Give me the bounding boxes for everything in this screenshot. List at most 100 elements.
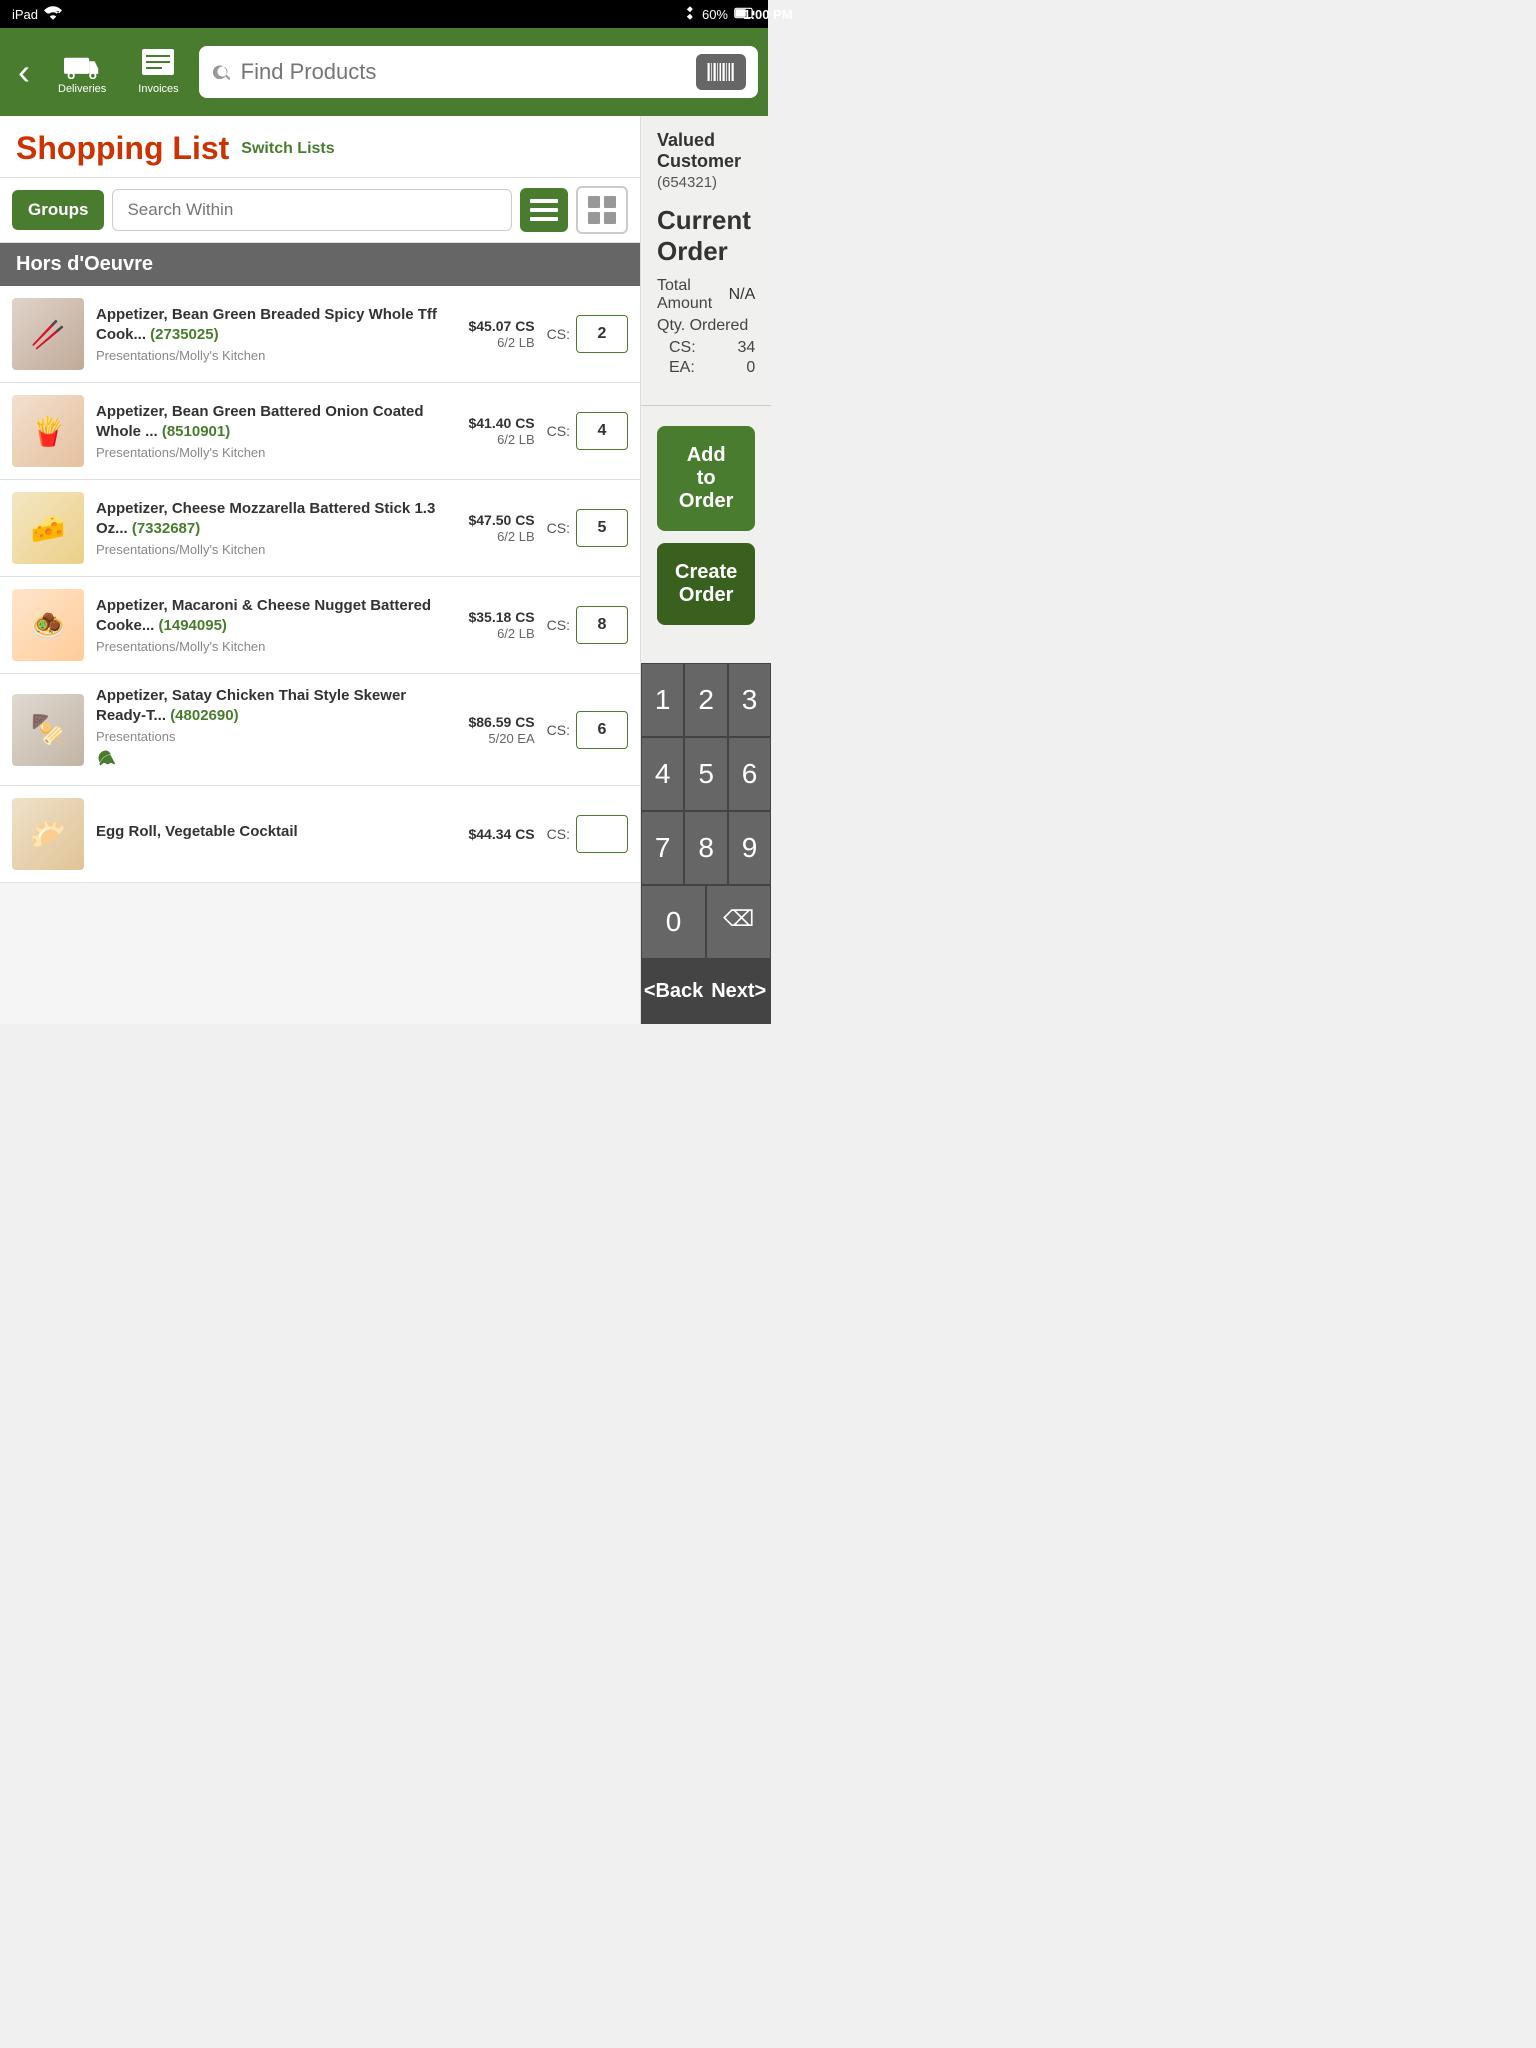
barcode-icon (706, 60, 736, 84)
grid-view-button[interactable] (576, 186, 628, 234)
add-to-order-button[interactable]: Add to Order (657, 426, 755, 531)
product-id: (8510901) (162, 423, 230, 440)
product-qty: CS: (547, 711, 628, 749)
list-view-icon (530, 196, 558, 224)
numpad-6[interactable]: 6 (728, 737, 771, 811)
numpad-1[interactable]: 1 (641, 663, 684, 737)
search-within-input[interactable] (112, 189, 512, 231)
qty-input[interactable] (576, 815, 628, 853)
current-order-title: Current Order (657, 205, 755, 267)
product-thumbnail: 🥟 (12, 798, 84, 870)
qty-ordered-label: Qty. Ordered (657, 317, 755, 335)
search-icon (211, 61, 233, 83)
product-id: (2735025) (150, 326, 218, 343)
numpad-0[interactable]: 0 (641, 885, 706, 959)
back-button[interactable]: ‹ (10, 54, 38, 90)
total-amount-row: Total Amount N/A (657, 277, 755, 313)
order-info: Valued Customer (654321) Current Order T… (641, 116, 771, 393)
divider (641, 405, 771, 406)
product-unit: 6/2 LB (497, 335, 535, 350)
right-panel: Valued Customer (654321) Current Order T… (640, 116, 771, 1024)
product-info: Appetizer, Cheese Mozzarella Battered St… (96, 499, 443, 557)
qty-input[interactable] (576, 412, 628, 450)
grid-view-icon (588, 196, 616, 224)
product-info: Egg Roll, Vegetable Cocktail (96, 822, 443, 846)
cs-value: 34 (737, 339, 755, 357)
numpad-next[interactable]: Next> (706, 959, 771, 1024)
find-products-input[interactable] (241, 59, 688, 85)
product-qty: CS: (547, 509, 628, 547)
numpad-4[interactable]: 4 (641, 737, 684, 811)
product-info: Appetizer, Bean Green Battered Onion Coa… (96, 402, 443, 460)
product-thumbnail: 🧀 (12, 492, 84, 564)
product-thumbnail: 🍢 (12, 694, 84, 766)
product-name: Appetizer, Bean Green Battered Onion Coa… (96, 402, 443, 441)
product-price: $35.18 CS6/2 LB (455, 609, 535, 641)
invoices-icon (140, 49, 176, 79)
qty-input[interactable] (576, 711, 628, 749)
product-item: 🥟Egg Roll, Vegetable Cocktail $44.34 CSC… (0, 786, 640, 883)
product-unit: 6/2 LB (497, 626, 535, 641)
numpad-row-4: 0 ⌫ (641, 885, 771, 959)
numpad-7[interactable]: 7 (641, 811, 684, 885)
qty-label: CS: (547, 722, 570, 738)
deliveries-button[interactable]: Deliveries (46, 43, 118, 101)
product-unit: 6/2 LB (497, 432, 535, 447)
list-view-button[interactable] (520, 188, 568, 232)
qty-label: CS: (547, 520, 570, 536)
product-name: Egg Roll, Vegetable Cocktail (96, 822, 443, 842)
cs-label: CS: (669, 339, 696, 357)
numpad-row-3: 7 8 9 (641, 811, 771, 885)
groups-button[interactable]: Groups (12, 190, 104, 230)
product-item: 🍢 Appetizer, Satay Chicken Thai Style Ske… (0, 674, 640, 786)
main-layout: Shopping List Switch Lists Groups (0, 116, 768, 1024)
numpad-back[interactable]: <Back (641, 959, 706, 1024)
invoices-button[interactable]: Invoices (126, 43, 190, 101)
numpad-2[interactable]: 2 (684, 663, 727, 737)
wifi-icon (44, 6, 62, 23)
product-id: (7332687) (132, 520, 200, 537)
product-brand: Presentations (96, 729, 443, 744)
product-item: 🍟Appetizer, Bean Green Battered Onion Co… (0, 383, 640, 480)
switch-lists-button[interactable]: Switch Lists (241, 140, 334, 158)
product-name: Appetizer, Cheese Mozzarella Battered St… (96, 499, 443, 538)
ea-value: 0 (746, 359, 755, 377)
bluetooth-icon (684, 5, 696, 24)
shopping-list-title: Shopping List (16, 130, 229, 167)
numpad-5[interactable]: 5 (684, 737, 727, 811)
barcode-button[interactable] (696, 54, 746, 90)
numpad-8[interactable]: 8 (684, 811, 727, 885)
numpad-9[interactable]: 9 (728, 811, 771, 885)
product-qty: CS: (547, 412, 628, 450)
product-unit: 6/2 LB (497, 529, 535, 544)
cs-row: CS: 34 (657, 339, 755, 357)
product-id: (1494095) (159, 617, 227, 634)
numpad-backspace[interactable]: ⌫ (706, 885, 771, 959)
find-products-search[interactable] (199, 46, 758, 98)
numpad-3[interactable]: 3 (728, 663, 771, 737)
product-name: Appetizer, Satay Chicken Thai Style Skew… (96, 686, 443, 725)
deliveries-label: Deliveries (58, 83, 106, 95)
qty-input[interactable] (576, 606, 628, 644)
create-order-button[interactable]: Create Order (657, 543, 755, 625)
qty-input[interactable] (576, 315, 628, 353)
search-within-bar: Groups (0, 178, 640, 243)
qty-label: CS: (547, 326, 570, 342)
list-header: Shopping List Switch Lists (0, 116, 640, 178)
qty-input[interactable] (576, 509, 628, 547)
product-info: Appetizer, Bean Green Breaded Spicy Whol… (96, 305, 443, 363)
product-item: 🧆Appetizer, Macaroni & Cheese Nugget Bat… (0, 577, 640, 674)
left-panel: Shopping List Switch Lists Groups (0, 116, 640, 1024)
ipad-label: iPad (12, 7, 38, 22)
product-brand: Presentations/Molly's Kitchen (96, 542, 443, 557)
qty-label: CS: (547, 617, 570, 633)
numpad-row-2: 4 5 6 (641, 737, 771, 811)
product-brand: Presentations/Molly's Kitchen (96, 348, 443, 363)
product-thumbnail: 🧆 (12, 589, 84, 661)
customer-name: Valued Customer (657, 130, 755, 172)
nav-bar: ‹ Deliveries Invoices (0, 28, 768, 116)
product-item: 🧀 Appetizer, Cheese Mozzarella Battered S… (0, 480, 640, 577)
product-brand: Presentations/Molly's Kitchen (96, 445, 443, 460)
product-id: (4802690) (170, 707, 238, 724)
product-price: $86.59 CS5/20 EA (455, 714, 535, 746)
